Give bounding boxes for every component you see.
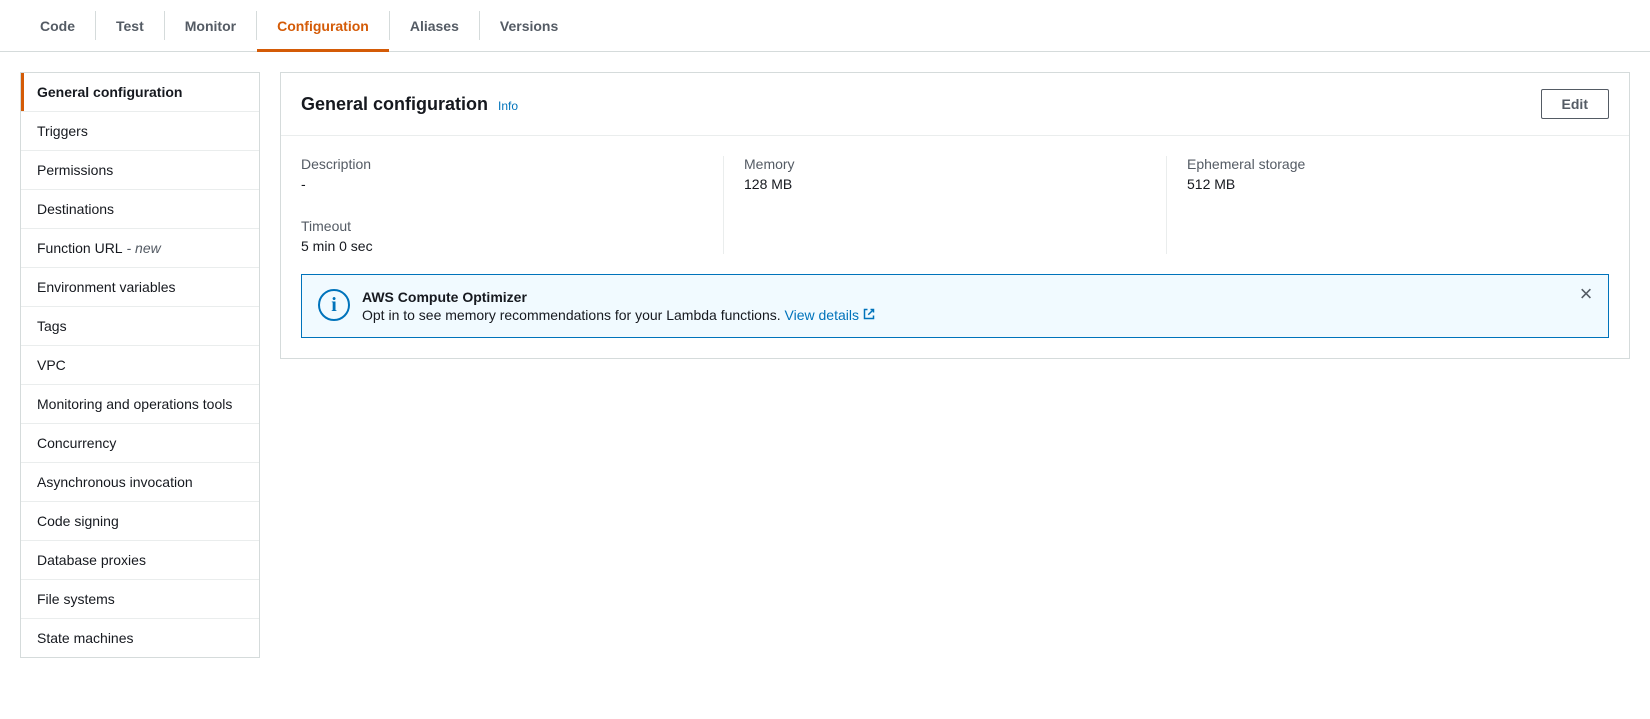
info-icon: i: [318, 289, 350, 321]
sidebar-item-file-systems[interactable]: File systems: [21, 580, 259, 619]
sidebar-item-triggers[interactable]: Triggers: [21, 112, 259, 151]
tab-test[interactable]: Test: [96, 11, 165, 40]
panel-title-group: General configuration Info: [301, 94, 518, 115]
prop-value: -: [301, 176, 703, 192]
sidebar-item-code-signing[interactable]: Code signing: [21, 502, 259, 541]
tab-configuration[interactable]: Configuration: [257, 11, 390, 40]
panel-header: General configuration Info Edit: [281, 73, 1629, 136]
edit-button[interactable]: Edit: [1541, 89, 1609, 119]
view-details-link[interactable]: View details: [785, 307, 875, 323]
prop-value: 512 MB: [1187, 176, 1589, 192]
props-col-mid: Memory 128 MB: [724, 156, 1167, 254]
sidebar-item-async-invocation[interactable]: Asynchronous invocation: [21, 463, 259, 502]
prop-label: Description: [301, 156, 703, 172]
close-icon: ×: [1580, 281, 1593, 306]
sidebar-item-vpc[interactable]: VPC: [21, 346, 259, 385]
sidebar-item-monitoring-tools[interactable]: Monitoring and operations tools: [21, 385, 259, 424]
sidebar-item-state-machines[interactable]: State machines: [21, 619, 259, 657]
sidebar-item-function-url[interactable]: Function URL - new: [21, 229, 259, 268]
info-link[interactable]: Info: [498, 99, 518, 113]
notice-title: AWS Compute Optimizer: [362, 289, 1592, 305]
tab-versions[interactable]: Versions: [480, 11, 578, 40]
content-area: General configuration Triggers Permissio…: [0, 52, 1650, 678]
prop-timeout: Timeout 5 min 0 sec: [301, 218, 703, 254]
external-link-icon: [863, 307, 875, 323]
sidebar-item-label: Function URL: [37, 240, 123, 256]
link-label: View details: [785, 307, 859, 323]
sidebar-item-destinations[interactable]: Destinations: [21, 190, 259, 229]
notice-text: Opt in to see memory recommendations for…: [362, 307, 1592, 323]
props-col-left: Description - Timeout 5 min 0 sec: [301, 156, 724, 254]
main-tab-bar: Code Test Monitor Configuration Aliases …: [0, 0, 1650, 52]
notice-body: AWS Compute Optimizer Opt in to see memo…: [362, 289, 1592, 323]
prop-value: 128 MB: [744, 176, 1146, 192]
sidebar-item-tags[interactable]: Tags: [21, 307, 259, 346]
prop-label: Ephemeral storage: [1187, 156, 1589, 172]
sidebar-item-database-proxies[interactable]: Database proxies: [21, 541, 259, 580]
prop-value: 5 min 0 sec: [301, 238, 703, 254]
close-notice-button[interactable]: ×: [1574, 283, 1598, 307]
sidebar-item-environment-variables[interactable]: Environment variables: [21, 268, 259, 307]
sidebar-item-general-configuration[interactable]: General configuration: [21, 73, 259, 112]
tab-code[interactable]: Code: [20, 11, 96, 40]
prop-description: Description -: [301, 156, 703, 192]
tab-monitor[interactable]: Monitor: [165, 11, 257, 40]
prop-memory: Memory 128 MB: [744, 156, 1146, 192]
props-col-right: Ephemeral storage 512 MB: [1167, 156, 1609, 254]
new-badge: - new: [123, 240, 161, 256]
sidebar-item-concurrency[interactable]: Concurrency: [21, 424, 259, 463]
prop-ephemeral-storage: Ephemeral storage 512 MB: [1187, 156, 1589, 192]
config-sidebar: General configuration Triggers Permissio…: [20, 72, 260, 658]
tab-aliases[interactable]: Aliases: [390, 11, 480, 40]
prop-label: Memory: [744, 156, 1146, 172]
compute-optimizer-notice: i AWS Compute Optimizer Opt in to see me…: [301, 274, 1609, 338]
sidebar-item-permissions[interactable]: Permissions: [21, 151, 259, 190]
notice-message: Opt in to see memory recommendations for…: [362, 307, 785, 323]
panel-title: General configuration: [301, 94, 488, 115]
general-config-panel: General configuration Info Edit Descript…: [280, 72, 1630, 359]
prop-label: Timeout: [301, 218, 703, 234]
props-grid: Description - Timeout 5 min 0 sec Memory…: [281, 136, 1629, 274]
